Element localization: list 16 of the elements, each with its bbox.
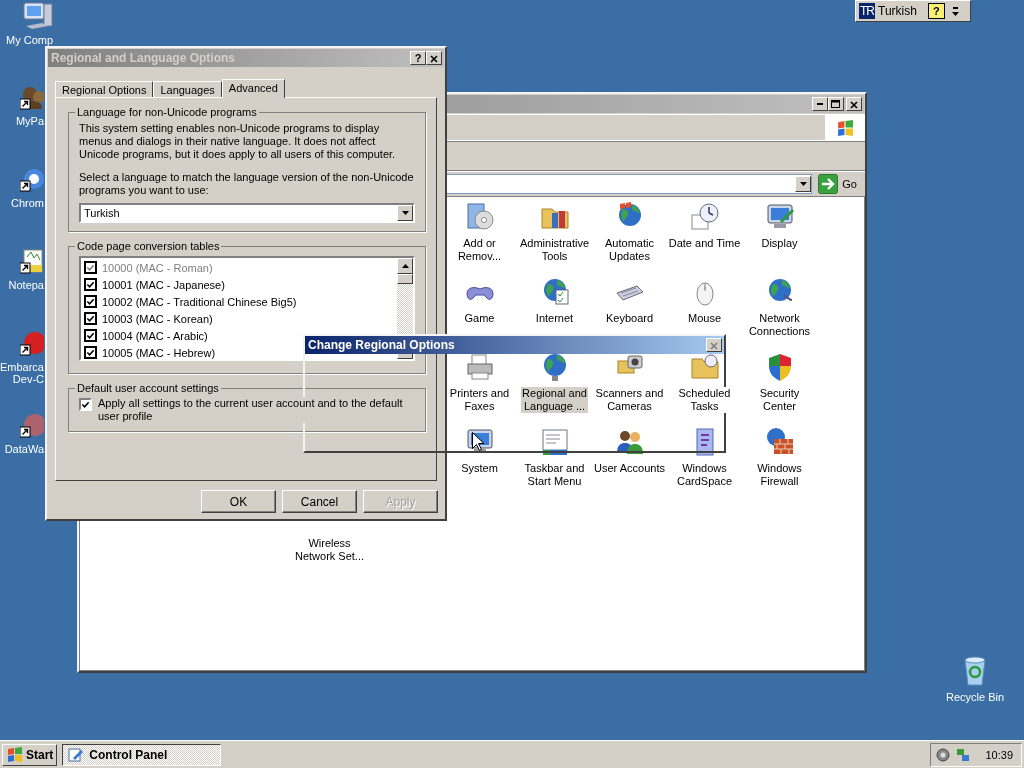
group-title: Language for non-Unicode programs — [76, 106, 258, 118]
checkbox-label: 10004 (MAC - Arabic) — [102, 329, 208, 342]
window-title: Change Regional Options — [308, 338, 456, 352]
checkbox-label: 10000 (MAC - Roman) — [102, 261, 213, 274]
group-title: Default user account settings — [76, 382, 220, 394]
language-badge: TR — [859, 3, 875, 19]
checkbox-label: 10001 (MAC - Japanese) — [102, 278, 225, 291]
checkbox-label: 10002 (MAC - Traditional Chinese Big5) — [102, 295, 297, 308]
description-text: This system setting enables non-Unicode programs to display menus and dialogs in their native language. It does not affect Unicode programs, but it does apply to all users of this computer. — [79, 122, 397, 161]
window-title: Regional and Language Options — [51, 51, 236, 65]
checkbox-label: 10005 (MAC - Hebrew) — [102, 346, 216, 359]
language-label: Turkish — [878, 4, 917, 18]
checkbox-label: 10003 (MAC - Korean) — [102, 312, 213, 325]
clock: 10:39 — [985, 748, 1013, 761]
group-title: Code page conversion tables — [76, 240, 221, 252]
prompt-text: Select a language to match the language version of the non-Unicode programs you want to use: — [79, 171, 415, 197]
